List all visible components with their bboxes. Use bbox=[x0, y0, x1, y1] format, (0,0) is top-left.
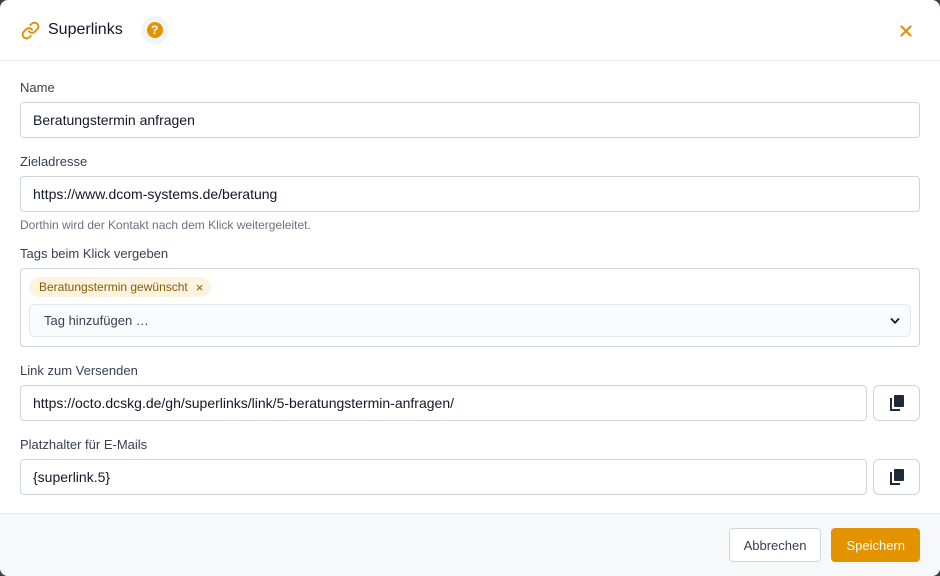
copy-icon bbox=[889, 395, 904, 411]
close-icon bbox=[900, 25, 912, 37]
placeholder-label: Platzhalter für E-Mails bbox=[20, 437, 148, 452]
superlinks-dialog: Superlinks ? Name Beratungstermin anfrag… bbox=[0, 0, 940, 576]
dialog-title: Superlinks bbox=[48, 21, 123, 38]
dialog-header: Superlinks ? bbox=[0, 0, 940, 61]
link-icon bbox=[20, 20, 40, 40]
tags-label: Tags beim Klick vergeben bbox=[20, 246, 169, 261]
name-label: Name bbox=[20, 80, 55, 95]
tag-add-placeholder: Tag hinzufügen … bbox=[44, 313, 149, 328]
close-button[interactable] bbox=[894, 20, 918, 42]
tag-add-select[interactable]: Tag hinzufügen … bbox=[29, 304, 911, 337]
tag-chip-label: Beratungstermin gewünscht bbox=[39, 280, 188, 294]
dialog-footer: Abbrechen Speichern bbox=[0, 513, 940, 576]
target-hint: Dorthin wird der Kontakt nach dem Klick … bbox=[20, 218, 311, 232]
chevron-down-icon bbox=[890, 318, 900, 324]
tags-field-group: Tags beim Klick vergeben Beratungstermin… bbox=[20, 246, 920, 347]
tags-box: Beratungstermin gewünscht × Tag hinzufüg… bbox=[20, 268, 920, 347]
target-field-group: Zieladresse https://www.dcom-systems.de/… bbox=[20, 154, 920, 232]
copy-icon bbox=[889, 469, 904, 485]
help-icon: ? bbox=[146, 22, 163, 38]
save-button[interactable]: Speichern bbox=[831, 528, 920, 562]
link-label: Link zum Versenden bbox=[20, 363, 138, 378]
help-button[interactable]: ? bbox=[140, 16, 169, 44]
target-url-input[interactable]: https://www.dcom-systems.de/beratung bbox=[20, 176, 920, 212]
placeholder-input[interactable]: {superlink.5} bbox=[20, 459, 867, 495]
tag-remove-icon[interactable]: × bbox=[196, 280, 204, 295]
name-field-group: Name Beratungstermin anfragen bbox=[20, 80, 920, 138]
placeholder-field-group: Platzhalter für E-Mails {superlink.5} bbox=[20, 437, 920, 495]
target-label: Zieladresse bbox=[20, 154, 88, 169]
name-input[interactable]: Beratungstermin anfragen bbox=[20, 102, 920, 138]
copy-link-button[interactable] bbox=[873, 385, 920, 421]
dialog-body: Name Beratungstermin anfragen Zieladress… bbox=[0, 61, 940, 495]
link-field-group: Link zum Versenden https://octo.dcskg.de… bbox=[20, 363, 920, 421]
link-input[interactable]: https://octo.dcskg.de/gh/superlinks/link… bbox=[20, 385, 867, 421]
copy-placeholder-button[interactable] bbox=[873, 459, 920, 495]
tag-chip: Beratungstermin gewünscht × bbox=[29, 277, 212, 297]
cancel-button[interactable]: Abbrechen bbox=[728, 528, 822, 562]
